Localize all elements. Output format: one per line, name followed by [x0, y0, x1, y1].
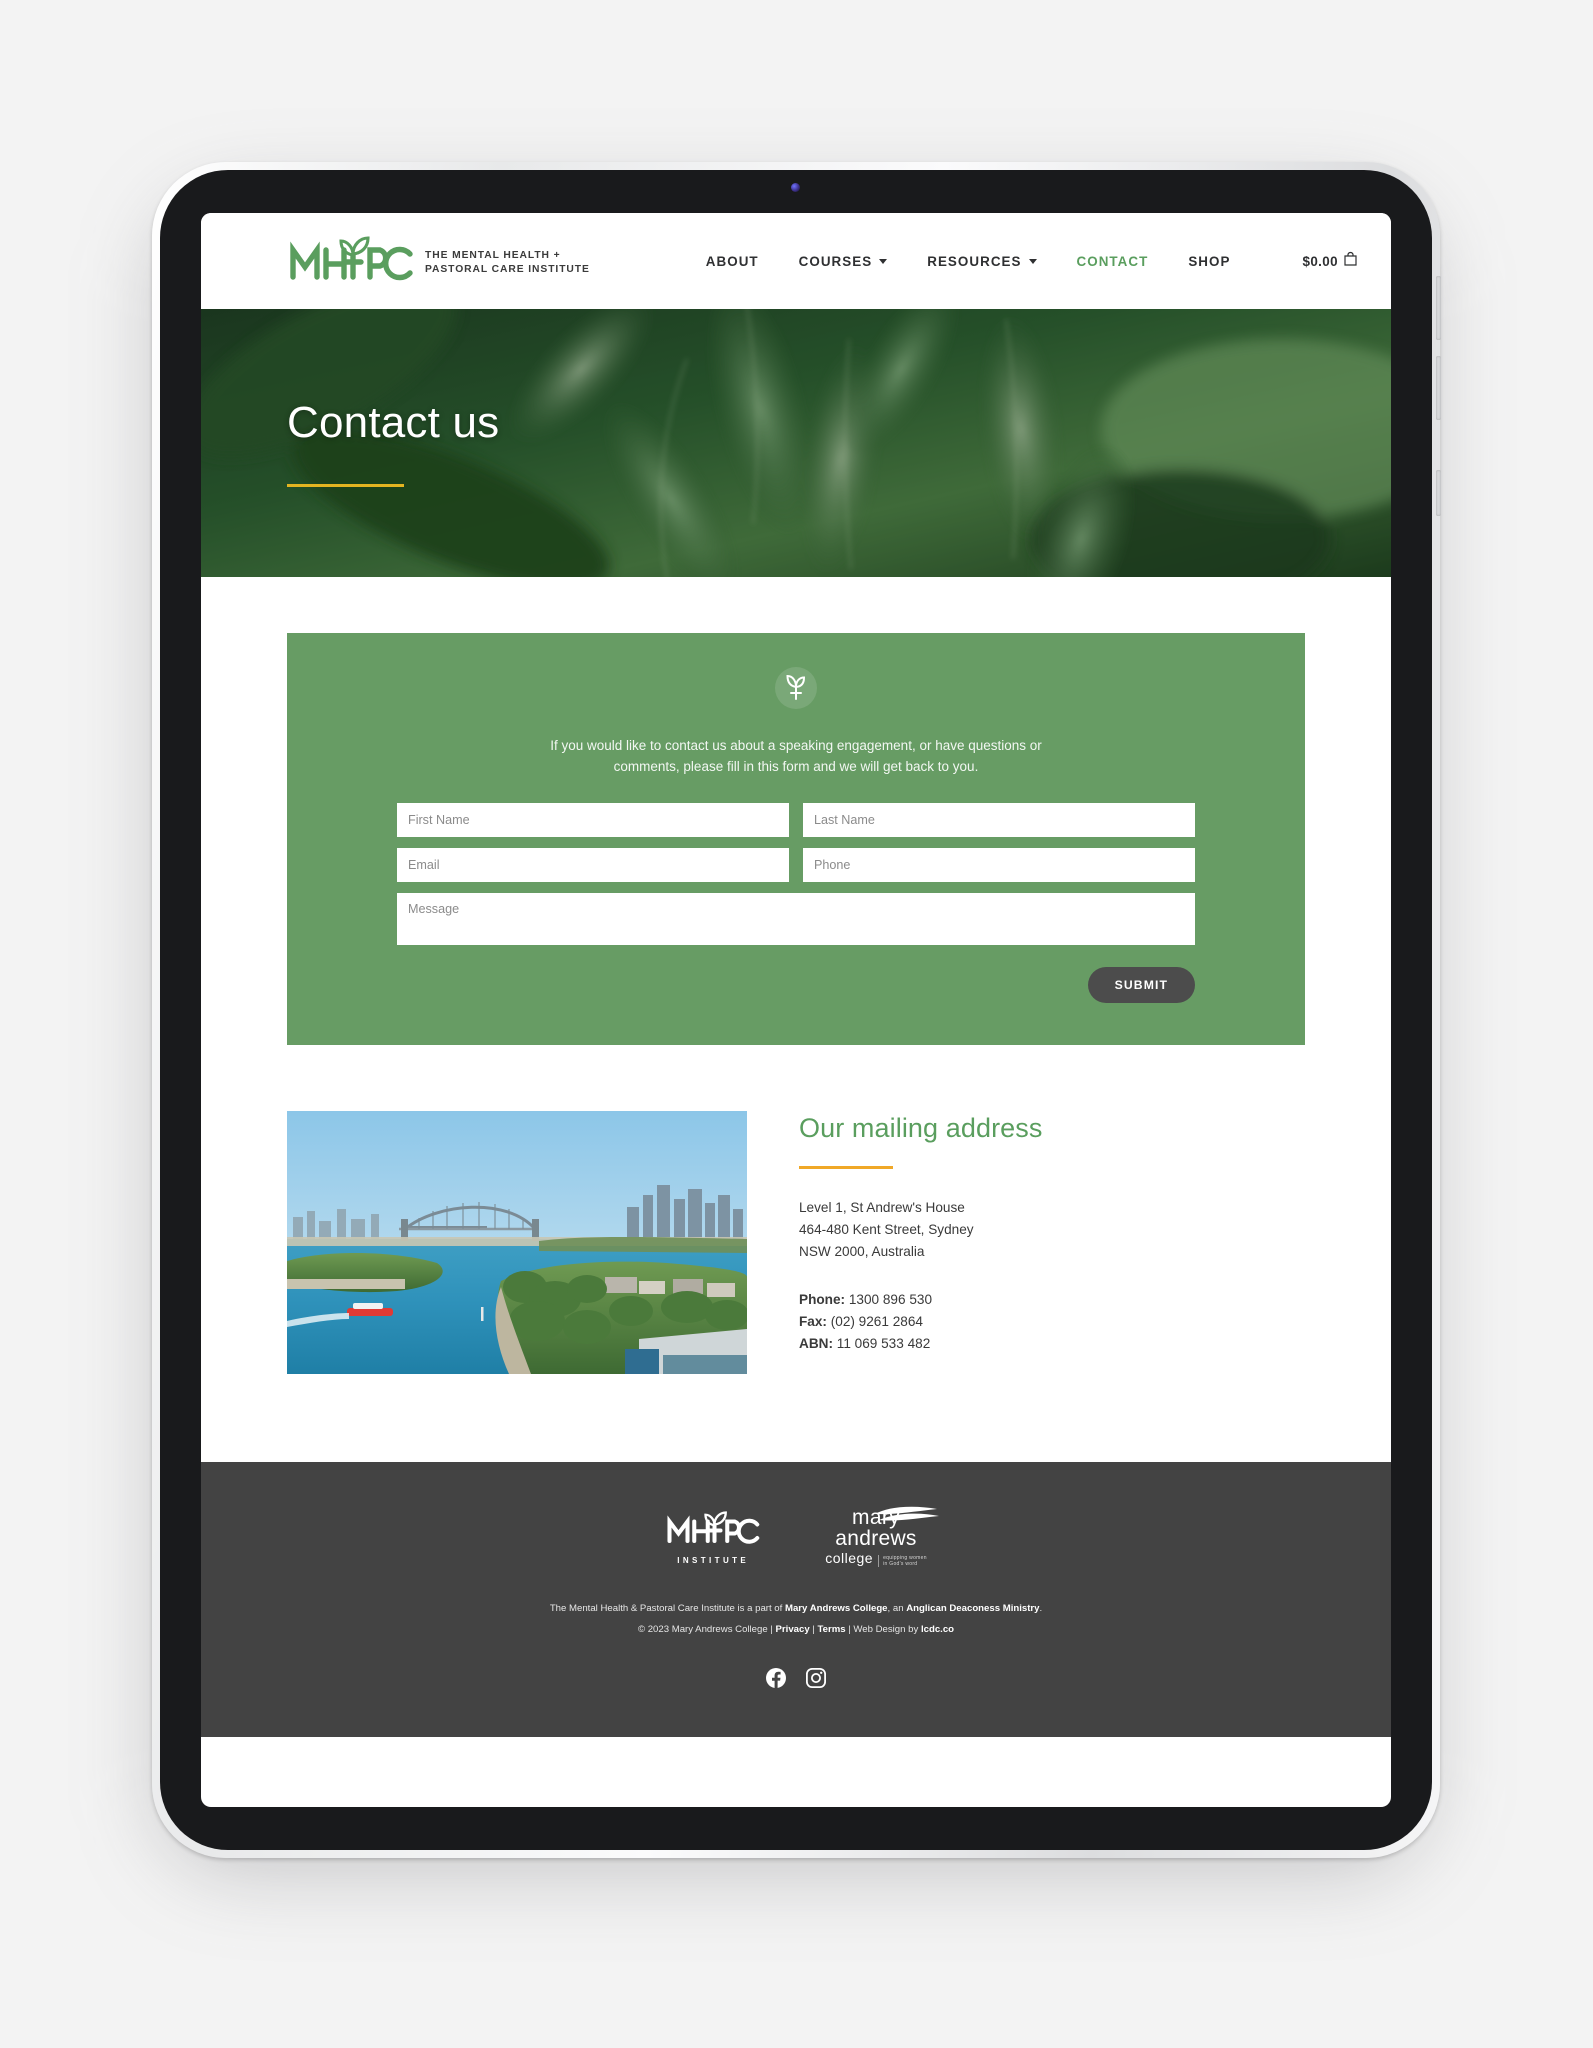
facebook-icon[interactable] — [766, 1668, 786, 1693]
abn-line: ABN: 11 069 533 482 — [799, 1333, 1043, 1355]
footer-statement-mid: , an — [887, 1603, 907, 1614]
nav-item-resources[interactable]: RESOURCES — [907, 254, 1056, 269]
address-details: Our mailing address Level 1, St Andrew's… — [799, 1111, 1043, 1355]
address-line-2: 464-480 Kent Street, Sydney — [799, 1222, 974, 1237]
phone-line: Phone: 1300 896 530 — [799, 1289, 1043, 1311]
nav-label-shop: SHOP — [1188, 253, 1231, 269]
nav-label-about: ABOUT — [705, 253, 759, 269]
power-button[interactable] — [1436, 470, 1441, 516]
mhpc-footer-logo[interactable]: INSTITUTE — [665, 1510, 761, 1565]
footer-statement-suffix: . — [1039, 1603, 1043, 1614]
footer-logos: INSTITUTE mary andrews college equipping… — [201, 1506, 1391, 1567]
abn-label: ABN: — [799, 1336, 833, 1351]
fax-value: (02) 9261 2864 — [830, 1314, 923, 1329]
footer-statement-college: Mary Andrews College — [784, 1603, 888, 1614]
shopping-bag-icon — [1344, 251, 1357, 271]
designer-link[interactable]: lcdc.co — [921, 1624, 954, 1635]
nav-label-courses: COURSES — [798, 253, 873, 269]
mhpc-footer-subtitle: INSTITUTE — [677, 1555, 750, 1565]
footer-statement-prefix: The Mental Health & Pastoral Care Instit… — [549, 1603, 785, 1614]
main-content: If you would like to contact us about a … — [201, 577, 1391, 1462]
form-row-contact — [397, 848, 1195, 882]
mailing-address-section: Our mailing address Level 1, St Andrew's… — [287, 1045, 1305, 1462]
abn-value: 11 069 533 482 — [836, 1336, 931, 1351]
fax-label: Fax: — [799, 1314, 827, 1329]
sydney-harbour-image — [287, 1111, 747, 1374]
address-line-1: Level 1, St Andrew's House — [799, 1200, 965, 1215]
address-lines: Level 1, St Andrew's House 464-480 Kent … — [799, 1197, 1043, 1263]
site-header: THE MENTAL HEALTH + PASTORAL CARE INSTIT… — [201, 213, 1391, 309]
site-footer: INSTITUTE mary andrews college equipping… — [201, 1462, 1391, 1737]
brand-tagline-line1: THE MENTAL HEALTH + — [425, 249, 561, 261]
first-name-input[interactable] — [397, 803, 789, 837]
contact-form-panel: If you would like to contact us about a … — [287, 633, 1305, 1045]
brand-tagline: THE MENTAL HEALTH + PASTORAL CARE INSTIT… — [425, 245, 590, 278]
nav-item-courses[interactable]: COURSES — [779, 254, 908, 269]
hero-content: Contact us — [201, 309, 1391, 577]
address-title: Our mailing address — [799, 1113, 1043, 1143]
mac-logo-line3: college — [825, 1550, 874, 1566]
copyright-text: © 2023 Mary Andrews College | — [637, 1624, 776, 1635]
email-input[interactable] — [397, 848, 789, 882]
hero-divider — [287, 483, 404, 487]
footer-statement-ministry: Anglican Deaconess Ministry — [906, 1603, 1040, 1614]
privacy-link[interactable]: Privacy — [776, 1624, 810, 1635]
front-camera — [791, 183, 800, 192]
phone-label: Phone: — [799, 1292, 846, 1307]
swoosh-icon — [874, 1506, 939, 1521]
nav-label-contact: CONTACT — [1076, 253, 1149, 269]
footer-copyright: © 2023 Mary Andrews College | Privacy | … — [201, 1622, 1391, 1638]
form-actions: SUBMIT — [397, 967, 1195, 1003]
tablet-screen: THE MENTAL HEALTH + PASTORAL CARE INSTIT… — [201, 213, 1391, 1807]
screenshot-scene: THE MENTAL HEALTH + PASTORAL CARE INSTIT… — [0, 0, 1593, 2048]
terms-link[interactable]: Terms — [817, 1624, 845, 1635]
sprout-icon — [775, 667, 817, 709]
page-title: Contact us — [287, 398, 500, 448]
mac-logo-sub2: in God's word — [883, 1561, 918, 1567]
cart-amount: $0.00 — [1302, 253, 1338, 269]
nav-item-about[interactable]: ABOUT — [686, 254, 779, 269]
submit-button[interactable]: SUBMIT — [1087, 967, 1195, 1003]
brand-tagline-line2: PASTORAL CARE INSTITUTE — [425, 264, 590, 275]
footer-separator-2: | Web Design by — [845, 1624, 921, 1635]
nav-item-contact[interactable]: CONTACT — [1057, 254, 1169, 269]
cart-button[interactable]: $0.00 — [1250, 251, 1357, 271]
phone-value: 1300 896 530 — [848, 1292, 933, 1307]
contact-details: Phone: 1300 896 530 Fax: (02) 9261 2864 … — [799, 1289, 1043, 1355]
form-intro-text: If you would like to contact us about a … — [550, 738, 1042, 774]
fax-line: Fax: (02) 9261 2864 — [799, 1311, 1043, 1333]
nav-label-resources: RESOURCES — [927, 253, 1022, 269]
instagram-icon[interactable] — [805, 1667, 827, 1693]
main-navigation: ABOUT COURSES RESOURCES CONTACT SHOP $0.… — [686, 251, 1357, 271]
brand-logo[interactable]: THE MENTAL HEALTH + PASTORAL CARE INSTIT… — [287, 235, 590, 287]
mac-logo-line2: andrews — [835, 1527, 917, 1550]
social-links — [201, 1667, 1391, 1693]
hero-banner: Contact us — [201, 309, 1391, 577]
footer-statement: The Mental Health & Pastoral Care Instit… — [201, 1601, 1391, 1617]
phone-input[interactable] — [803, 848, 1195, 882]
volume-down-button[interactable] — [1436, 356, 1441, 420]
address-line-3: NSW 2000, Australia — [799, 1244, 925, 1259]
form-row-names — [397, 803, 1195, 837]
address-divider — [799, 1166, 893, 1169]
mary-andrews-college-logo[interactable]: mary andrews college equipping women in … — [825, 1506, 939, 1567]
chevron-down-icon — [879, 258, 888, 264]
mhpc-wordmark-icon — [287, 235, 415, 287]
last-name-input[interactable] — [803, 803, 1195, 837]
chevron-down-icon — [1028, 258, 1037, 264]
message-input[interactable] — [397, 893, 1195, 945]
nav-item-shop[interactable]: SHOP — [1168, 254, 1250, 269]
volume-up-button[interactable] — [1436, 276, 1441, 340]
